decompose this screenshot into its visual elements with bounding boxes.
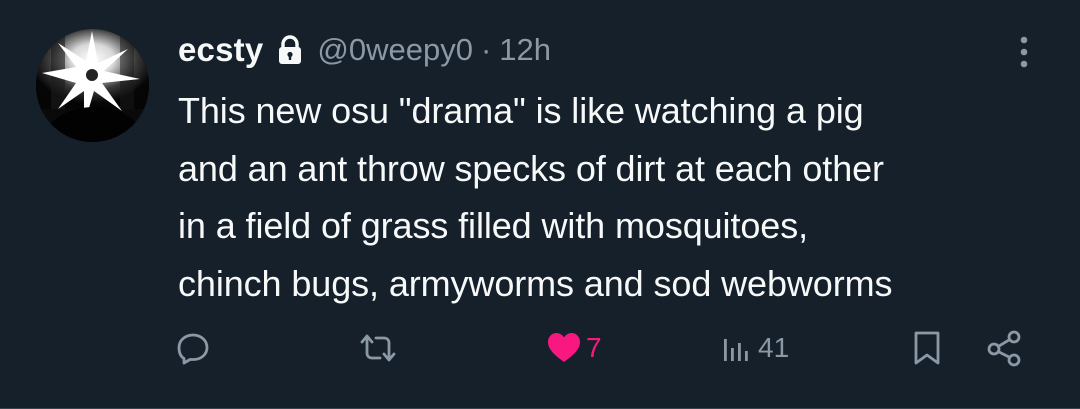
avatar-image bbox=[36, 29, 149, 142]
bookmark-button[interactable] bbox=[910, 326, 944, 370]
like-count: 7 bbox=[586, 332, 602, 363]
share-button[interactable] bbox=[985, 326, 1025, 370]
tweet-text-line: and an ant throw specks of dirt at each … bbox=[178, 147, 884, 189]
view-count: 41 bbox=[758, 332, 790, 363]
action-bar: 7 41 bbox=[0, 326, 1080, 370]
display-name[interactable]: ecsty bbox=[178, 31, 263, 69]
tweet-text-line: in a field of grass filled with mosquito… bbox=[178, 205, 809, 246]
bookmark-icon bbox=[914, 331, 940, 365]
retweet-icon bbox=[360, 334, 396, 362]
reply-icon bbox=[177, 333, 209, 365]
retweet-button[interactable] bbox=[358, 326, 402, 370]
tweet[interactable]: ecsty @0weepy0 · 12h This new osu "drama… bbox=[0, 0, 1080, 409]
user-handle[interactable]: @0weepy0 bbox=[317, 32, 473, 68]
share-icon bbox=[987, 330, 1021, 367]
tweet-text-line: chinch bugs, armyworms and sod webworms bbox=[178, 262, 893, 304]
separator-dot: · bbox=[480, 32, 492, 67]
tweet-header: ecsty @0weepy0 · 12h bbox=[178, 28, 551, 72]
lock-icon bbox=[277, 35, 303, 65]
reply-button[interactable] bbox=[176, 326, 214, 370]
views-icon bbox=[724, 339, 748, 361]
avatar[interactable] bbox=[36, 29, 149, 142]
tweet-text: This new osu "drama" is like watching a … bbox=[178, 82, 1058, 312]
views-button[interactable]: 41 bbox=[720, 326, 789, 370]
like-button[interactable]: 7 bbox=[546, 326, 602, 370]
tweet-text-line: This new osu "drama" is like watching a … bbox=[178, 90, 864, 131]
more-vertical-icon[interactable] bbox=[1012, 32, 1036, 72]
timestamp[interactable]: 12h bbox=[499, 32, 551, 68]
heart-icon bbox=[548, 333, 580, 362]
